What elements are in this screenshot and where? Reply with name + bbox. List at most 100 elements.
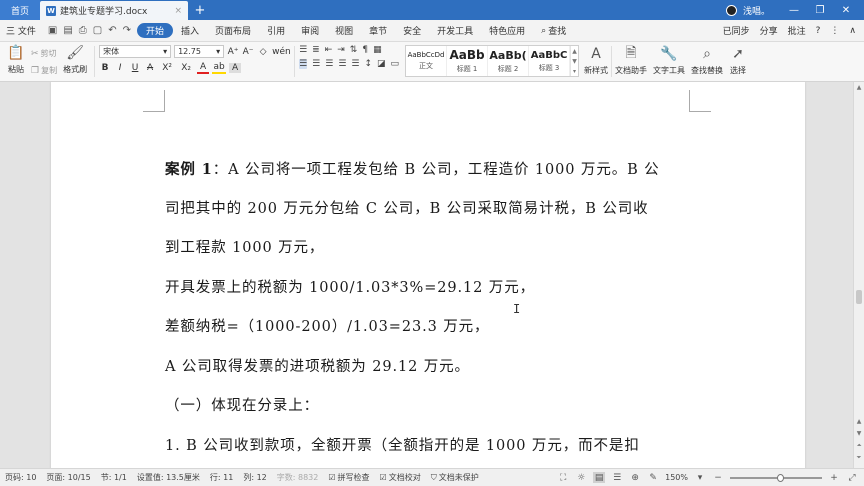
home-tab[interactable]: 首页 [0,0,40,20]
sync-status[interactable]: 已同步 [723,24,750,37]
new-style-button[interactable]: A 新样式 [581,45,611,81]
new-tab-button[interactable]: + [188,0,212,20]
strikethrough-button[interactable]: A [144,63,156,73]
underline-button[interactable]: U [129,63,141,73]
font-color-button[interactable]: A [197,62,210,74]
find-replace-button[interactable]: ⌕ 查找替换 [688,45,726,81]
tab-security[interactable]: 安全 [395,24,429,37]
collapse-ribbon-icon[interactable]: ∧ [849,26,856,36]
share-button[interactable]: 分享 [760,24,778,37]
search-menu[interactable]: ⌕ 查找 [533,24,574,38]
close-tab-icon[interactable]: × [174,6,182,16]
subscript-button[interactable]: X₂ [178,63,194,73]
page-code-status[interactable]: 页码: 10 [0,472,41,483]
grow-font-icon[interactable]: A⁺ [227,47,239,57]
styles-scroll[interactable]: ▲ ▼ ▾ [570,46,578,76]
align-center-icon[interactable]: ☰ [312,59,320,69]
document-tab[interactable]: W 建筑业专题学习.docx × [40,1,188,20]
save-icon[interactable]: ▣ [48,25,57,36]
borders-icon[interactable]: ▦ [373,45,382,55]
tab-chapter[interactable]: 章节 [361,24,395,37]
more-icon[interactable]: ⋮ [830,26,839,36]
page-view-icon[interactable]: ▤ [593,472,606,483]
eye-protect-icon[interactable]: ☼ [575,472,587,483]
tab-insert[interactable]: 插入 [173,24,207,37]
format-painter-button[interactable]: 🖌 格式刷 [60,44,90,75]
zoom-out-icon[interactable]: − [712,472,724,483]
setting-status[interactable]: 设置值: 13.5厘米 [132,472,205,483]
cut-button[interactable]: ✂ 剪切 [31,48,57,59]
italic-button[interactable]: I [114,63,126,73]
user-avatar[interactable] [725,4,737,16]
section-status[interactable]: 节: 1/1 [96,472,132,483]
pages-status[interactable]: 页面: 10/15 [41,472,95,483]
char-shading-button[interactable]: A [229,63,242,73]
paste-button[interactable]: 📋 粘贴 [4,44,28,75]
show-marks-icon[interactable]: ¶ [362,45,368,55]
bold-button[interactable]: B [99,63,111,73]
prev-page-icon[interactable]: ⏶ [854,442,864,450]
print-preview-icon[interactable]: ▤ [63,25,72,36]
doc-helper-button[interactable]: 🗎 文档助手 [612,45,650,81]
tab-special-apps[interactable]: 特色应用 [481,24,533,37]
print-icon[interactable]: ⎙ [79,25,87,36]
numbered-list-icon[interactable]: ≣ [312,45,320,55]
sort-icon[interactable]: ⇅ [350,45,358,55]
font-name-select[interactable]: 宋体 ▾ [99,45,172,58]
expand-icon[interactable]: ▾ [573,68,576,75]
document-body[interactable]: 案例 1：A 公司将一项工程发包给 B 公司，工程造价 1000 万元。B 公 … [165,150,695,466]
chevron-up-icon[interactable]: ▲ [572,48,577,55]
restore-icon[interactable]: ❐ [810,5,830,16]
user-name[interactable]: 浅唱。 [743,4,770,17]
bullet-list-icon[interactable]: ☰ [299,45,307,55]
web-view-icon[interactable]: ⊕ [629,472,641,483]
vertical-scrollbar[interactable]: ▲ ▲ ▼ ⏶ ⏷ [853,82,864,468]
text-tools-button[interactable]: 🔧 文字工具 [650,45,688,81]
superscript-button[interactable]: X² [159,63,175,73]
fullscreen-icon[interactable]: ⛶ [557,472,569,483]
copy-button[interactable]: ❐ 复制 [31,65,57,76]
style-heading-2[interactable]: AaBb( 标题 2 [488,46,530,76]
clear-format-icon[interactable]: ◇ [257,47,269,57]
chevron-down-icon[interactable]: ▼ [572,58,577,65]
decrease-indent-icon[interactable]: ⇤ [325,45,333,55]
zoom-slider-knob[interactable] [776,473,784,482]
document-page[interactable]: 案例 1：A 公司将一项工程发包给 B 公司，工程造价 1000 万元。B 公 … [51,82,805,468]
scroll-thumb[interactable] [856,290,862,304]
select-button[interactable]: ➚ 选择 [726,45,750,81]
scroll-up-icon[interactable]: ▲ [854,84,864,91]
scroll-down-icon[interactable]: ▼ [854,430,864,437]
zoom-in-icon[interactable]: + [828,472,840,483]
next-page-icon[interactable]: ⏷ [854,454,864,462]
tab-view[interactable]: 视图 [327,24,361,37]
row-status[interactable]: 行: 11 [205,472,238,483]
redo-icon[interactable]: ↷ [123,25,131,36]
export-icon[interactable]: ▢ [93,25,102,36]
zoom-dropdown-icon[interactable]: ▾ [694,472,706,483]
scroll-up-icon[interactable]: ▲ [854,418,864,425]
align-left-icon[interactable]: ☰ [299,59,308,69]
style-heading-3[interactable]: AaBbC 标题 3 [529,46,571,76]
shrink-font-icon[interactable]: A⁻ [242,47,254,57]
col-status[interactable]: 列: 12 [238,472,271,483]
outline-view-icon[interactable]: ☰ [611,472,623,483]
style-normal[interactable]: AaBbCcDd 正文 [406,46,448,76]
tab-page-layout[interactable]: 页面布局 [207,24,259,37]
doc-compare-button[interactable]: ☑ 文档校对 [375,472,426,483]
highlight-button[interactable]: ab [212,62,227,74]
spellcheck-button[interactable]: ☑ 拼写检查 [323,472,374,483]
tab-references[interactable]: 引用 [259,24,293,37]
line-spacing-icon[interactable]: ↕ [364,59,372,69]
tab-developer[interactable]: 开发工具 [429,24,481,37]
increase-indent-icon[interactable]: ⇥ [337,45,345,55]
font-size-select[interactable]: 12.75 ▾ [174,45,225,58]
phonetic-guide-icon[interactable]: wén [272,47,291,57]
zoom-slider[interactable] [730,473,822,482]
distributed-icon[interactable]: ☰ [351,59,359,69]
fit-page-icon[interactable]: ⤢ [846,472,858,483]
border-box-icon[interactable]: ▭ [391,59,400,69]
minimize-icon[interactable]: — [784,5,804,16]
help-icon[interactable]: ? [816,26,821,36]
tab-review[interactable]: 审阅 [293,24,327,37]
align-right-icon[interactable]: ☰ [325,59,333,69]
